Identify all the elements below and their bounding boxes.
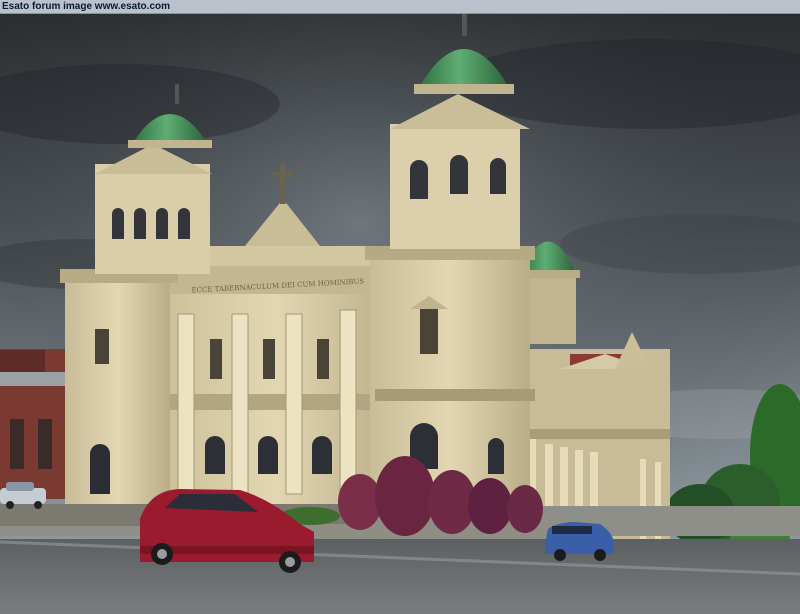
road [0,539,800,614]
brick-building [0,349,70,499]
watermark-banner: Esato forum image www.esato.com [0,0,800,14]
watermark-text: Esato forum image www.esato.com [2,1,171,12]
cathedral-photo: ECCE TABERNACULUM DEI CUM HOMINIBUS [0,14,800,614]
